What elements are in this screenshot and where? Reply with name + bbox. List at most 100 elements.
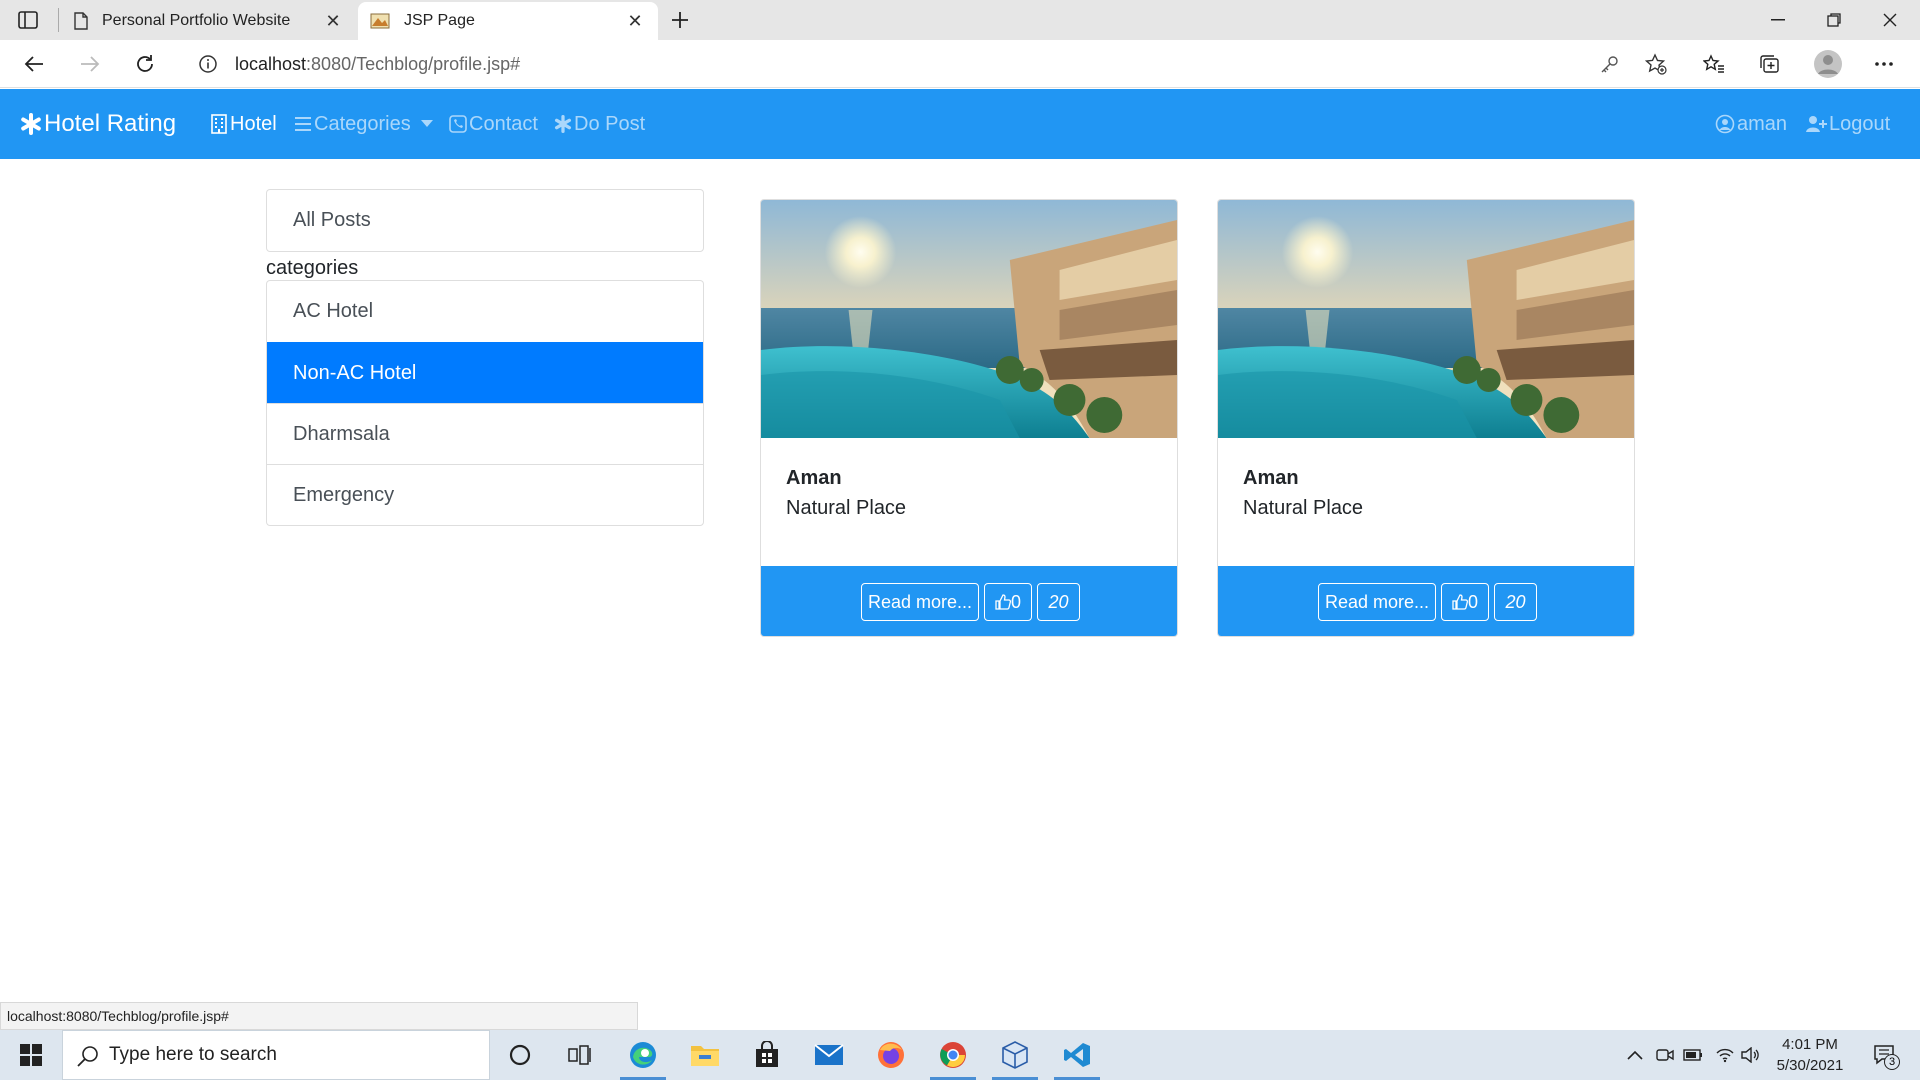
nav-contact-label: Contact: [469, 112, 538, 135]
close-icon[interactable]: ✕: [626, 11, 644, 31]
task-view-button[interactable]: [551, 1030, 609, 1080]
meet-now-icon[interactable]: [1654, 1044, 1676, 1066]
store-bag-icon: [756, 1041, 778, 1067]
like-button[interactable]: 0: [984, 583, 1032, 621]
clock-time: 4:01 PM: [1782, 1036, 1838, 1053]
info-icon[interactable]: [198, 54, 218, 74]
favorites-button[interactable]: [1696, 48, 1732, 80]
search-icon: [77, 1045, 99, 1067]
post-image: [1218, 200, 1634, 438]
taskbar-search-box[interactable]: Type here to search: [62, 1030, 490, 1080]
collections-button[interactable]: [1752, 48, 1788, 80]
virtualbox-app[interactable]: [986, 1030, 1044, 1080]
sidebar-item-all-posts[interactable]: All Posts: [267, 190, 703, 251]
taskbar: Type here to search 4:01 PM 5/30/2021 3: [0, 1030, 1920, 1080]
plus-icon: [672, 12, 688, 28]
nav-user-label: aman: [1737, 112, 1788, 135]
wifi-icon[interactable]: [1714, 1044, 1736, 1066]
mail-icon: [814, 1044, 844, 1065]
brand-link[interactable]: Hotel Rating: [20, 89, 176, 159]
vscode-app[interactable]: [1048, 1030, 1106, 1080]
tab-personal-portfolio[interactable]: Personal Portfolio Website ✕: [60, 2, 356, 40]
tab-title: JSP Page: [404, 12, 475, 29]
read-more-button[interactable]: Read more...: [861, 583, 979, 621]
chrome-icon: [940, 1042, 966, 1068]
tab-divider: [58, 8, 59, 32]
nav-logout-label: Logout: [1829, 112, 1891, 135]
post-image: [761, 200, 1177, 438]
site-navbar: Hotel Rating Hotel Categories Contact Do…: [0, 89, 1920, 159]
url-field[interactable]: localhost:8080/Techblog/profile.jsp#: [180, 45, 1680, 83]
post-card: Aman Natural Place Read more... 0 20: [760, 199, 1178, 637]
store-app[interactable]: [738, 1030, 796, 1080]
edge-app[interactable]: [614, 1030, 672, 1080]
nav-contact[interactable]: Contact: [449, 89, 538, 159]
file-explorer-app[interactable]: [676, 1030, 734, 1080]
nav-categories-dropdown[interactable]: Categories: [294, 89, 435, 159]
collections-icon: [1760, 55, 1779, 73]
ellipsis-icon: [1875, 62, 1893, 66]
cortana-icon: [509, 1044, 531, 1066]
firefox-app[interactable]: [862, 1030, 920, 1080]
forward-button[interactable]: [72, 48, 108, 80]
list-icon: [295, 117, 311, 131]
all-posts-group: All Posts: [266, 189, 704, 252]
asterisk-icon: [21, 113, 41, 135]
sidebar-item-ac-hotel[interactable]: AC Hotel: [267, 281, 703, 342]
comment-count-button[interactable]: 20: [1494, 583, 1537, 621]
address-bar-row: localhost:8080/Techblog/profile.jsp#: [0, 40, 1920, 88]
minimize-button[interactable]: [1750, 0, 1806, 40]
cortana-button[interactable]: [491, 1030, 549, 1080]
taskbar-clock[interactable]: 4:01 PM 5/30/2021: [1762, 1034, 1858, 1076]
post-footer: Read more... 0 20: [1218, 566, 1634, 636]
nav-user-profile[interactable]: aman: [1715, 89, 1787, 159]
nav-do-post[interactable]: Do Post: [554, 89, 645, 159]
cube-icon: [1002, 1041, 1028, 1069]
sidebar-item-emergency[interactable]: Emergency: [267, 464, 703, 525]
chrome-app[interactable]: [924, 1030, 982, 1080]
refresh-button[interactable]: [127, 48, 163, 80]
new-tab-button[interactable]: [668, 8, 692, 32]
asterisk-icon: [554, 115, 572, 133]
folder-icon: [691, 1046, 719, 1066]
more-options-button[interactable]: [1866, 48, 1902, 80]
chevron-up-icon[interactable]: [1624, 1044, 1646, 1066]
tab-actions-icon[interactable]: [18, 11, 38, 29]
url-host: localhost: [235, 54, 307, 74]
browser-tab-bar: Personal Portfolio Website ✕ JSP Page ✕: [0, 0, 1920, 40]
back-button[interactable]: [16, 48, 52, 80]
back-arrow-icon: [24, 56, 43, 72]
notifications-button[interactable]: 3: [1870, 1044, 1900, 1070]
key-icon[interactable]: [1600, 54, 1620, 74]
url-path: :8080/Techblog/profile.jsp#: [306, 54, 521, 74]
post-text: Natural Place: [786, 497, 907, 519]
close-icon[interactable]: ✕: [324, 11, 342, 31]
thumbs-up-icon: [995, 594, 1011, 610]
nav-logout[interactable]: Logout: [1805, 89, 1890, 159]
profile-button[interactable]: [1810, 48, 1846, 80]
like-button[interactable]: 0: [1441, 583, 1489, 621]
building-icon: [211, 114, 227, 134]
volume-icon[interactable]: [1740, 1044, 1762, 1066]
sidebar-item-dharmsala[interactable]: Dharmsala: [267, 403, 703, 464]
read-more-button[interactable]: Read more...: [1318, 583, 1436, 621]
tab-jsp-page[interactable]: JSP Page ✕: [358, 2, 658, 40]
post-card: Aman Natural Place Read more... 0 20: [1217, 199, 1635, 637]
nav-do-post-label: Do Post: [574, 112, 646, 135]
search-placeholder: Type here to search: [109, 1044, 277, 1065]
avatar-icon: [1814, 50, 1842, 78]
firefox-icon: [878, 1042, 904, 1068]
close-window-button[interactable]: [1862, 0, 1918, 40]
mail-app[interactable]: [800, 1030, 858, 1080]
comment-count-button[interactable]: 20: [1037, 583, 1080, 621]
vscode-icon: [1064, 1043, 1090, 1067]
start-button[interactable]: [2, 1030, 60, 1080]
sidebar-item-non-ac-hotel[interactable]: Non-AC Hotel: [267, 342, 703, 403]
categories-heading: categories: [266, 256, 359, 279]
refresh-icon: [137, 55, 153, 72]
battery-icon[interactable]: [1682, 1044, 1704, 1066]
add-favorite-icon[interactable]: [1645, 53, 1667, 75]
nav-hotel[interactable]: Hotel: [210, 89, 277, 159]
restore-button[interactable]: [1806, 0, 1862, 40]
favorites-icon: [1703, 54, 1724, 73]
